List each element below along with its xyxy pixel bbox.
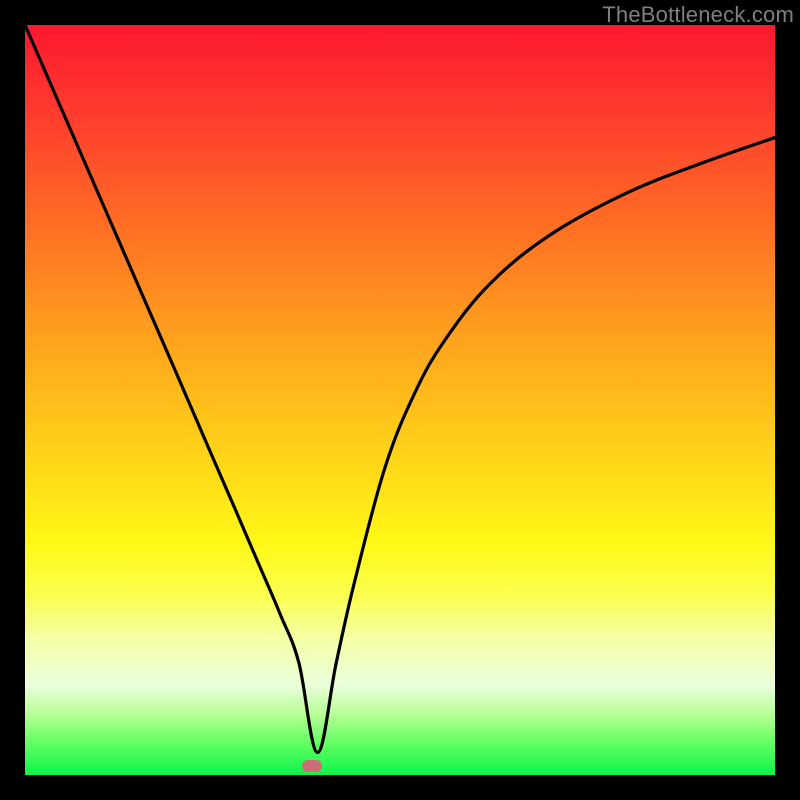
chart-frame: TheBottleneck.com [0, 0, 800, 800]
optimal-point-marker [302, 760, 322, 772]
curve-svg [25, 25, 775, 775]
bottleneck-curve-path [25, 25, 775, 753]
plot-area [25, 25, 775, 775]
